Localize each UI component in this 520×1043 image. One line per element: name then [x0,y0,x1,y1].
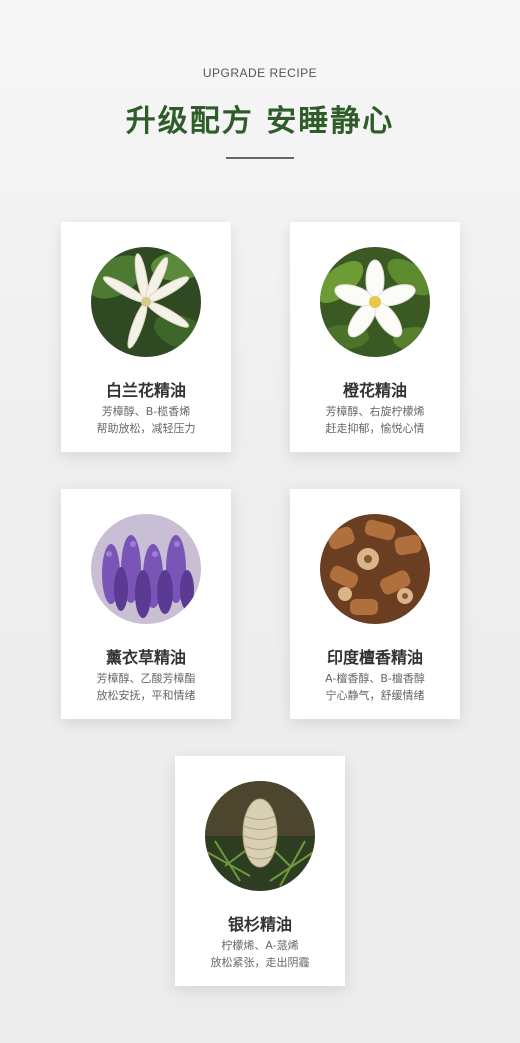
ingredient-name: 白兰花精油 [105,381,186,400]
ingredient-name: 橙花精油 [342,381,407,400]
ingredient-card-sandalwood: 印度檀香精油 A-檀香醇、B-檀香醇 宁心静气，舒缓情绪 [290,489,460,719]
sandalwood-chips-icon [320,514,430,624]
ingredient-components: 柠檬烯、A-蒎烯 [221,939,299,952]
silver-fir-cone-icon [205,781,315,891]
ingredient-name: 银杉精油 [227,915,292,934]
ingredient-benefit: 宁心静气，舒缓情绪 [325,689,425,702]
ingredient-name: 印度檀香精油 [326,648,423,667]
ingredient-card-lavender: 薰衣草精油 芳樟醇、乙酸芳樟酯 放松安抚，平和情绪 [61,489,231,719]
ingredient-card-orange-blossom: 橙花精油 芳樟醇、右旋柠檬烯 赶走抑郁，愉悦心情 [290,222,460,452]
lavender-icon [91,514,201,624]
ingredient-benefit: 赶走抑郁，愉悦心情 [325,422,425,435]
ingredient-components: 芳樟醇、B-榄香烯 [101,405,191,418]
orange-blossom-icon [320,247,430,357]
subtitle: UPGRADE RECIPE [202,66,318,80]
ingredient-benefit: 放松紧张，走出阴霾 [210,956,310,969]
ingredient-name: 薰衣草精油 [105,648,186,667]
ingredient-benefit: 帮助放松，减轻压力 [96,422,196,435]
ingredient-components: A-檀香醇、B-檀香醇 [325,672,425,685]
white-magnolia-flower-icon [91,247,201,357]
ingredient-benefit: 放松安抚，平和情绪 [96,689,196,702]
ingredient-card-magnolia: 白兰花精油 芳樟醇、B-榄香烯 帮助放松，减轻压力 [61,222,231,452]
ingredient-components: 芳樟醇、右旋柠檬烯 [325,405,425,418]
title-divider [226,157,294,159]
ingredient-card-silver-fir: 银杉精油 柠檬烯、A-蒎烯 放松紧张，走出阴霾 [175,756,345,986]
ingredient-components: 芳樟醇、乙酸芳樟酯 [96,672,196,685]
page-title: 升级配方 安睡静心 [125,104,395,139]
